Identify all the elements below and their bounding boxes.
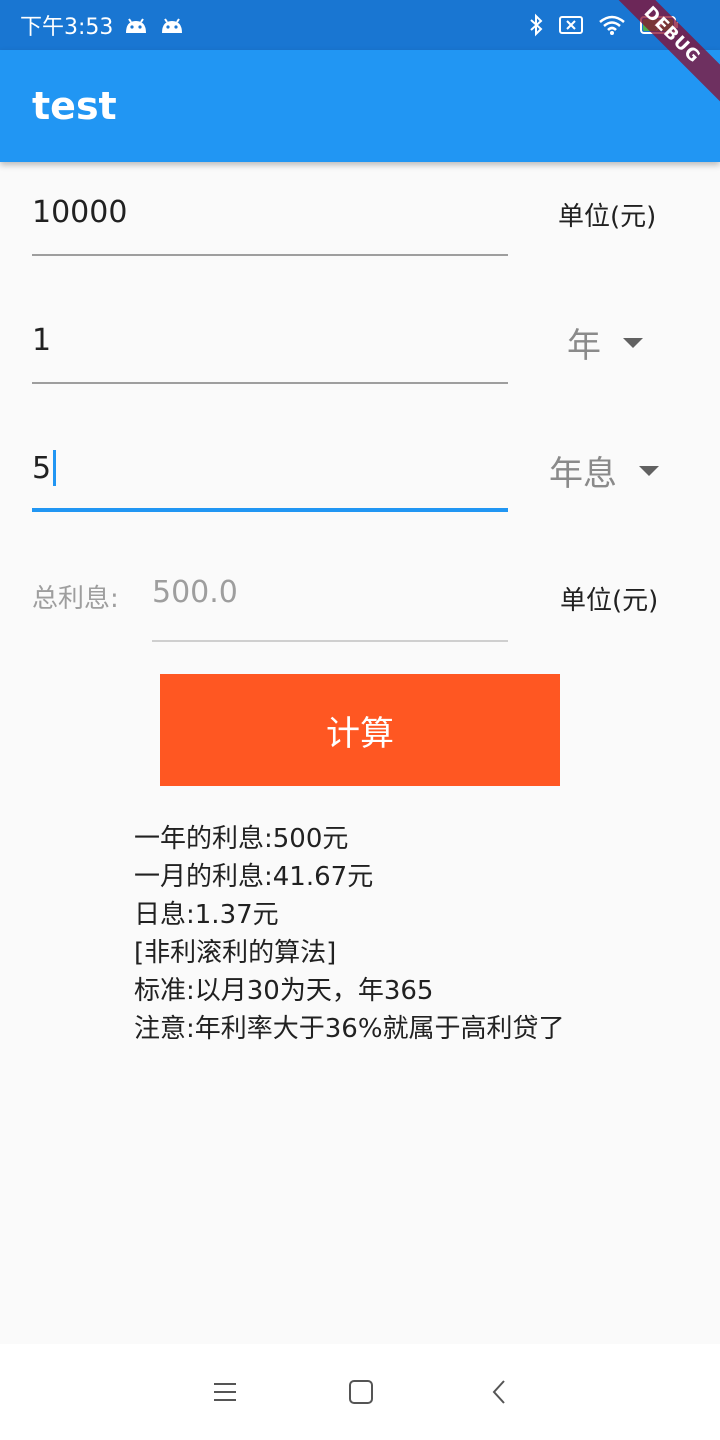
menu-icon[interactable] — [207, 1374, 243, 1410]
rate-underline — [32, 508, 508, 512]
android-icon — [123, 15, 149, 35]
result-line: 注意:年利率大于36%就属于高利贷了 — [134, 1014, 565, 1044]
calculate-button[interactable]: 计算 — [160, 674, 560, 786]
result-line: [非利滚利的算法] — [134, 938, 337, 968]
result-line: 日息:1.37元 — [134, 900, 279, 930]
status-time: 下午3:53 — [20, 15, 114, 40]
duration-input[interactable]: 1 — [32, 315, 508, 365]
dropdown-arrow-icon — [623, 337, 643, 348]
calculate-button-label: 计算 — [326, 713, 394, 754]
total-interest-underline — [152, 640, 508, 642]
status-bar: 下午3:53 — [0, 0, 720, 50]
total-interest-unit-label: 单位(元) — [560, 586, 659, 616]
rate-type-dropdown[interactable]: 年息 — [549, 446, 659, 495]
principal-value: 10000 — [32, 194, 128, 230]
principal-unit-label: 单位(元) — [558, 202, 657, 232]
results-text: 一年的利息:500元 一月的利息:41.67元 日息:1.37元 [非利滚利的算… — [134, 820, 565, 1048]
app-title: test — [32, 84, 117, 128]
result-line: 一年的利息:500元 — [134, 824, 349, 854]
total-interest-value: 500.0 — [152, 575, 238, 610]
text-cursor — [53, 450, 57, 486]
bluetooth-icon — [528, 13, 544, 37]
duration-value: 1 — [32, 322, 52, 358]
duration-unit-value: 年 — [567, 326, 601, 366]
dropdown-arrow-icon — [639, 465, 659, 476]
result-line: 标准:以月30为天，年365 — [134, 976, 434, 1006]
duration-underline — [32, 382, 508, 384]
total-interest-label: 总利息: — [32, 584, 119, 614]
principal-underline — [32, 254, 508, 256]
home-icon[interactable] — [343, 1374, 379, 1410]
rate-type-value: 年息 — [549, 454, 617, 494]
no-sim-icon — [558, 14, 584, 36]
duration-unit-dropdown[interactable]: 年 — [567, 318, 643, 367]
rate-input[interactable]: 5 — [32, 443, 508, 493]
wifi-icon — [598, 14, 626, 36]
navigation-bar — [0, 1344, 720, 1440]
back-icon[interactable] — [481, 1374, 517, 1410]
app-bar: test — [0, 50, 720, 162]
rate-value: 5 — [32, 450, 52, 486]
principal-input[interactable]: 10000 — [32, 187, 508, 237]
result-line: 一月的利息:41.67元 — [134, 862, 374, 892]
android-icon — [159, 15, 185, 35]
